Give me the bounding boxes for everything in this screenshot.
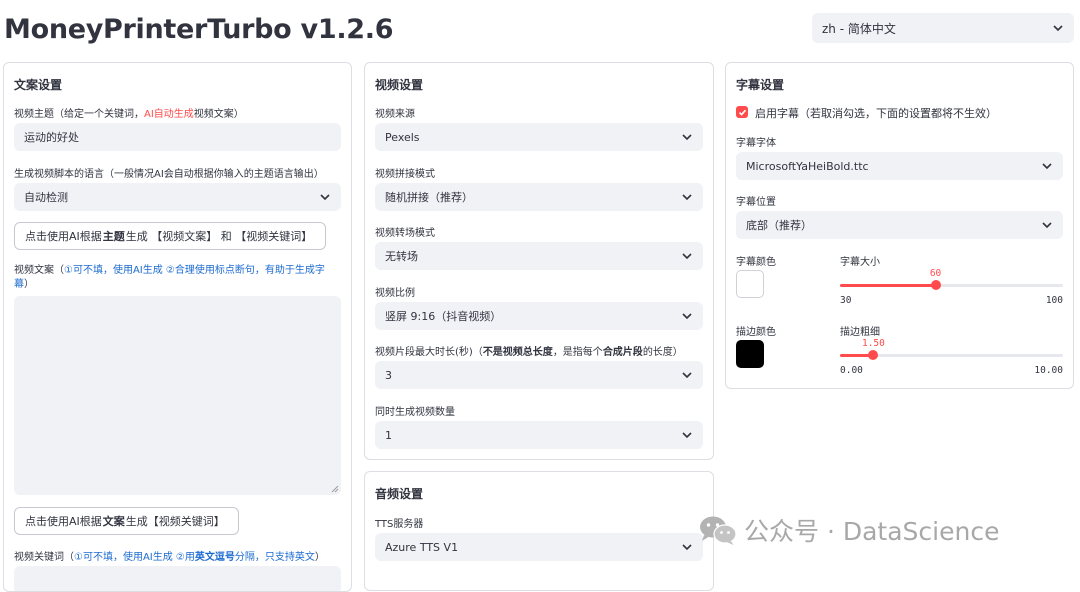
video-subject-label: 视频主题（给定一个关键词，AI自动生成视频文案）: [14, 109, 244, 120]
tts-server-select[interactable]: Azure TTS V1: [375, 533, 703, 561]
generate-keywords-button[interactable]: 点击使用AI根据 文案 生成【视频关键词】: [14, 507, 239, 535]
video-count-select[interactable]: 1: [375, 421, 703, 449]
enable-subtitle-checkbox[interactable]: [736, 106, 748, 118]
chevron-down-icon: [682, 432, 692, 439]
script-language-label: 生成视频脚本的语言（一般情况AI会自动根据你输入的主题语言输出）: [14, 169, 324, 180]
video-keywords-label: 视频关键词（①可不填，使用AI生成 ②用英文逗号分隔，只支持英文）: [14, 552, 325, 563]
video-settings-panel: 视频设置 视频来源 Pexels 视频拼接模式 随机拼接（推荐） 视频转场模式 …: [364, 62, 714, 460]
checkmark-icon: [738, 109, 746, 116]
slider-thumb[interactable]: [868, 350, 879, 360]
video-source-label: 视频来源: [375, 109, 415, 120]
chevron-down-icon: [1042, 222, 1052, 229]
chevron-down-icon: [682, 253, 692, 260]
slider-thumb[interactable]: [930, 280, 941, 290]
wechat-icon: [700, 516, 737, 545]
chevron-down-icon: [1053, 25, 1063, 32]
subtitle-font-label: 字幕字体: [736, 138, 776, 149]
generate-script-button[interactable]: 点击使用AI根据 主题 生成 【视频文案】 和 【视频关键词】: [14, 222, 326, 250]
panel-heading: 音频设置: [375, 487, 424, 501]
language-select-value: zh - 简体中文: [822, 21, 896, 36]
tts-server-label: TTS服务器: [375, 519, 424, 530]
stroke-width-slider[interactable]: 1.50 0.00 10.00: [840, 336, 1063, 376]
transition-mode-label: 视频转场模式: [375, 228, 435, 239]
resize-handle-icon[interactable]: [331, 485, 339, 493]
transition-mode-select[interactable]: 无转场: [375, 242, 703, 270]
subtitle-font-select[interactable]: MicrosoftYaHeiBold.ttc: [736, 152, 1063, 180]
slider-value: 60: [929, 268, 942, 279]
slider-fill: [840, 284, 936, 287]
enable-subtitle-label: 启用字幕（若取消勾选，下面的设置都将不生效）: [755, 107, 997, 120]
audio-settings-panel: 音频设置 TTS服务器 Azure TTS V1: [364, 471, 714, 591]
slider-max: 10.00: [1034, 365, 1063, 376]
video-subject-input[interactable]: 运动的好处: [14, 123, 341, 151]
slider-min: 0.00: [840, 365, 863, 376]
subtitle-size-slider[interactable]: 60 30 100: [840, 266, 1063, 306]
watermark: 公众号 · DataScience: [698, 512, 999, 548]
chevron-down-icon: [682, 544, 692, 551]
aspect-ratio-label: 视频比例: [375, 288, 415, 299]
concat-mode-select[interactable]: 随机拼接（推荐）: [375, 183, 703, 211]
subtitle-position-select[interactable]: 底部（推荐）: [736, 211, 1063, 239]
video-script-label: 视频文案（①可不填，使用AI生成 ②合理使用标点断句，有助于生成字 幕）: [14, 265, 325, 290]
subtitle-position-label: 字幕位置: [736, 197, 776, 208]
slider-max: 100: [1045, 295, 1063, 306]
chevron-down-icon: [1042, 163, 1052, 170]
script-language-select[interactable]: 自动检测: [14, 183, 341, 211]
panel-heading: 文案设置: [14, 78, 63, 92]
video-keywords-input[interactable]: [14, 566, 341, 591]
chevron-down-icon: [682, 194, 692, 201]
app-title: MoneyPrinterTurbo v1.2.6: [4, 14, 394, 45]
chevron-down-icon: [682, 134, 692, 141]
clip-duration-select[interactable]: 3: [375, 361, 703, 389]
language-select[interactable]: zh - 简体中文: [812, 13, 1074, 43]
watermark-text: 公众号 · DataScience: [744, 517, 1000, 546]
subtitle-settings-panel: 字幕设置 启用字幕（若取消勾选，下面的设置都将不生效） 字幕字体 Microso…: [725, 62, 1074, 389]
stroke-color-picker[interactable]: [736, 340, 764, 368]
subtitle-color-picker[interactable]: [736, 270, 764, 298]
clip-duration-label: 视频片段最大时长(秒)（不是视频总长度，是指每个合成片段的长度）: [375, 347, 683, 358]
chevron-down-icon: [320, 194, 330, 201]
slider-track[interactable]: [840, 350, 1063, 360]
panel-heading: 字幕设置: [736, 78, 785, 92]
script-settings-panel: 文案设置 视频主题（给定一个关键词，AI自动生成视频文案） 运动的好处 生成视频…: [3, 62, 352, 592]
panel-heading: 视频设置: [375, 78, 424, 92]
video-script-textarea[interactable]: [14, 296, 341, 495]
stroke-color-label: 描边颜色: [736, 327, 776, 338]
chevron-down-icon: [682, 313, 692, 320]
slider-min: 30: [840, 295, 852, 306]
concat-mode-label: 视频拼接模式: [375, 169, 435, 180]
subtitle-color-label: 字幕颜色: [736, 257, 776, 268]
aspect-ratio-select[interactable]: 竖屏 9:16（抖音视频）: [375, 302, 703, 330]
video-count-label: 同时生成视频数量: [375, 407, 455, 418]
video-source-select[interactable]: Pexels: [375, 123, 703, 151]
chevron-down-icon: [682, 372, 692, 379]
slider-value: 1.50: [861, 338, 885, 349]
slider-track[interactable]: [840, 280, 1063, 290]
